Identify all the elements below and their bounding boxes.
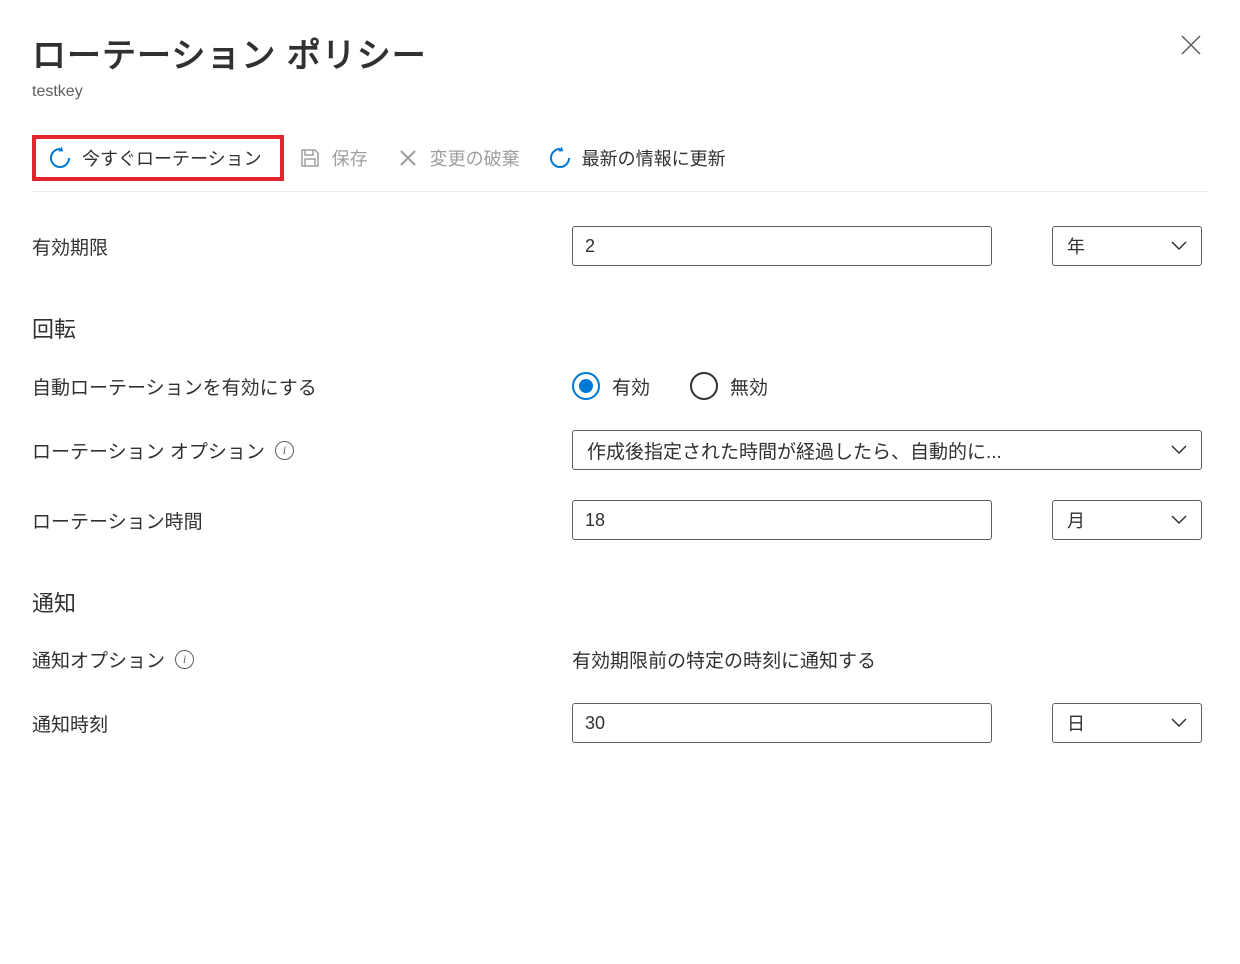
notification-time-unit-select[interactable]: 日 [1052,703,1202,743]
expiry-input[interactable] [572,226,992,266]
discard-icon [396,146,420,170]
discard-button: 変更の破棄 [382,139,534,177]
expiry-label: 有効期限 [32,233,572,260]
rotation-option-select[interactable]: 作成後指定された時間が経過したら、自動的に... [572,430,1202,470]
radio-disabled[interactable]: 無効 [690,372,768,400]
close-button[interactable] [1174,28,1208,62]
discard-label: 変更の破棄 [430,145,520,171]
close-icon [1178,32,1204,58]
save-icon [298,146,322,170]
chevron-down-icon [1171,445,1187,455]
refresh-icon [548,146,572,170]
radio-enabled[interactable]: 有効 [572,372,650,400]
refresh-button[interactable]: 最新の情報に更新 [534,139,740,177]
rotation-time-input[interactable] [572,500,992,540]
rotation-option-value: 作成後指定された時間が経過したら、自動的に... [587,437,1002,464]
notification-time-label: 通知時刻 [32,710,572,737]
radio-disabled-label: 無効 [730,373,768,400]
save-button: 保存 [284,139,382,177]
notification-section-title: 通知 [32,586,1208,618]
chevron-down-icon [1171,718,1187,728]
radio-enabled-label: 有効 [612,373,650,400]
rotate-now-button[interactable]: 今すぐローテーション [32,135,284,181]
auto-rotation-label: 自動ローテーションを有効にする [32,373,572,400]
rotate-icon [48,146,72,170]
rotate-now-label: 今すぐローテーション [82,145,262,171]
page-title: ローテーション ポリシー [32,28,427,77]
info-icon[interactable]: i [275,441,294,460]
radio-circle-disabled [690,372,718,400]
chevron-down-icon [1171,241,1187,251]
radio-circle-enabled [572,372,600,400]
info-icon[interactable]: i [175,650,194,669]
rotation-time-unit-value: 月 [1067,507,1085,533]
save-label: 保存 [332,145,368,171]
rotation-section-title: 回転 [32,312,1208,344]
notification-option-value: 有効期限前の特定の時刻に通知する [572,646,876,673]
refresh-label: 最新の情報に更新 [582,145,726,171]
page-subtitle: testkey [32,83,427,101]
rotation-time-label: ローテーション時間 [32,507,572,534]
notification-option-label: 通知オプション [32,646,165,673]
toolbar: 今すぐローテーション 保存 変更の破棄 最新の情報に更新 [32,135,1208,192]
rotation-option-label: ローテーション オプション [32,437,265,464]
rotation-time-unit-select[interactable]: 月 [1052,500,1202,540]
chevron-down-icon [1171,515,1187,525]
expiry-unit-value: 年 [1067,233,1085,259]
notification-time-input[interactable] [572,703,992,743]
notification-time-unit-value: 日 [1067,710,1085,736]
expiry-unit-select[interactable]: 年 [1052,226,1202,266]
